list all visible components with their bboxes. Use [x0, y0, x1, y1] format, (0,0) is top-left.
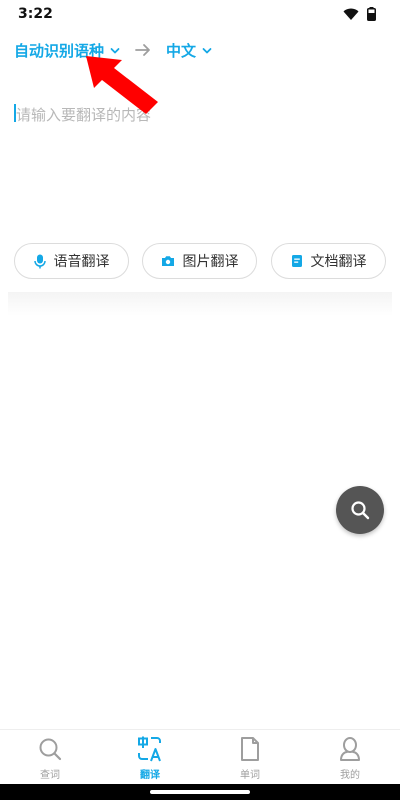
document-translate-label: 文档翻译 [310, 254, 367, 270]
nav-label-me: 我的 [340, 770, 360, 781]
user-icon [340, 737, 360, 761]
status-time: 3:22 [18, 6, 53, 22]
file-icon [241, 737, 259, 761]
home-gesture-handle[interactable] [150, 790, 250, 794]
nav-item-words[interactable]: 单词 [200, 736, 300, 784]
status-bar: 3:22 [0, 0, 400, 28]
system-navigation-bar [0, 784, 400, 800]
language-bar: 自动识别语种 中文 [0, 36, 400, 66]
document-translate-button[interactable]: 文档翻译 [271, 243, 386, 279]
wifi-icon [343, 8, 359, 20]
target-language-selector[interactable]: 中文 [166, 40, 212, 61]
image-translate-label: 图片翻译 [182, 254, 239, 270]
bottom-navigation: 查词 翻译 单词 我的 [0, 729, 400, 784]
red-pointer-arrow-icon [86, 56, 158, 114]
nav-item-me[interactable]: 我的 [300, 736, 400, 784]
content-divider [8, 292, 392, 316]
nav-item-lookup[interactable]: 查词 [0, 736, 100, 784]
translation-modes: 语音翻译 图片翻译 文档翻译 [14, 243, 386, 279]
translation-input[interactable]: 请输入要翻译的内容 [14, 102, 386, 222]
camera-icon [161, 256, 174, 266]
search-icon [351, 501, 370, 520]
document-icon [291, 255, 302, 267]
voice-translate-button[interactable]: 语音翻译 [14, 243, 129, 279]
chevron-down-icon [202, 47, 212, 53]
floating-search-button[interactable] [336, 486, 384, 534]
status-icons [343, 7, 376, 21]
translate-icon [138, 736, 161, 762]
battery-icon [367, 7, 376, 21]
nav-label-translate: 翻译 [140, 770, 160, 781]
voice-translate-label: 语音翻译 [53, 254, 110, 270]
target-language-label: 中文 [166, 42, 197, 60]
image-translate-button[interactable]: 图片翻译 [142, 243, 257, 279]
search-icon [39, 738, 62, 761]
nav-label-words: 单词 [240, 770, 260, 781]
nav-label-lookup: 查词 [40, 770, 60, 781]
microphone-icon [33, 254, 46, 268]
nav-item-translate[interactable]: 翻译 [100, 736, 200, 784]
